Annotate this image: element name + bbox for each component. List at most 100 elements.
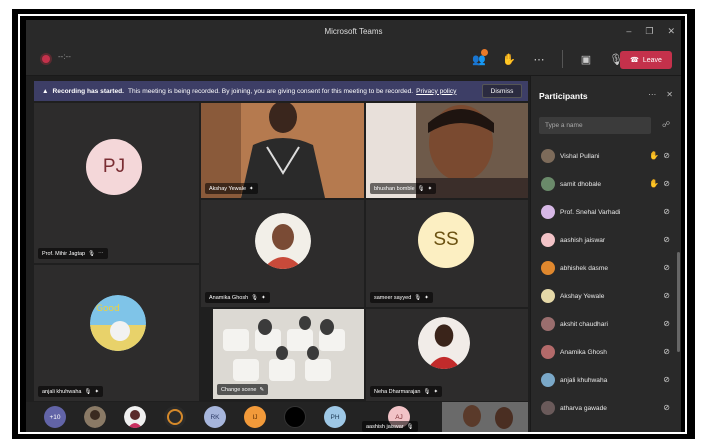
mic-muted-icon: ⊘ [663, 291, 670, 300]
together-mode-tile[interactable]: Change scene ✎ [213, 309, 364, 399]
avatar-photo [418, 317, 470, 369]
avatar-initials: AJ [395, 413, 403, 421]
participant-name: akshit chaudhari [560, 320, 609, 328]
more-actions-icon[interactable]: ⋯ [528, 48, 550, 70]
window-title: Microsoft Teams [324, 26, 383, 36]
video-tile-prof-mihir-jagtap[interactable]: PJ Prof. Mihir Jagtap 🎙 ⋯ [34, 103, 199, 263]
pin-icon: ✦ [261, 294, 266, 301]
participant-photo[interactable] [84, 406, 106, 428]
name-tag: sameer sayyed 🎙 ✦ [370, 292, 433, 303]
raise-hand-icon[interactable]: ✋ [498, 48, 520, 70]
avatar-ij[interactable]: IJ [244, 406, 266, 428]
search-participants-input[interactable]: Type a name [539, 117, 651, 134]
avatar-initials: PH [330, 413, 340, 421]
meeting-timer: --:-- [58, 52, 71, 61]
pin-icon: ✦ [427, 185, 433, 192]
participant-row[interactable]: Prof. Snehal Varhadi ⊘ [531, 198, 676, 226]
leave-button[interactable]: ☎ Leave [620, 51, 672, 69]
recording-banner: ▲ Recording has started. This meeting is… [34, 81, 528, 101]
participant-photo[interactable] [164, 406, 186, 428]
participant-row[interactable]: abhishek dasme ⊘ [531, 254, 676, 282]
pin-icon: ✦ [249, 185, 254, 192]
maximize-icon[interactable]: ❐ [645, 26, 653, 37]
mic-muted-icon: ⊘ [663, 151, 670, 160]
participant-row[interactable]: Vishal Pullani ✋ ⊘ [531, 142, 676, 170]
mic-off-icon: 🎙 [84, 388, 92, 395]
pin-icon: ✦ [94, 388, 100, 395]
privacy-policy-link[interactable]: Privacy policy [416, 88, 456, 95]
video-tile-anjali-khuhwaha[interactable]: Good anjali khuhwaha 🎙 ✦ [34, 265, 199, 401]
participant-status: ✋ ⊘ [649, 151, 670, 160]
participant-name: Prof. Snehal Varhadi [560, 208, 621, 216]
video-tile-anamika-ghosh[interactable]: Anamika Ghosh 🎙 ✦ [201, 200, 364, 307]
participant-row[interactable]: samit dhobale ✋ ⊘ [531, 170, 676, 198]
participants-list: Vishal Pullani ✋ ⊘ samit dhobale ✋ ⊘ Prof. Sne… [531, 142, 676, 422]
participant-status: ⊘ [663, 291, 670, 300]
avatar-initials: RK [210, 413, 220, 421]
search-placeholder: Type a name [545, 122, 583, 129]
raised-hand-icon: ✋ [649, 179, 660, 188]
mic-muted-icon: ⊘ [663, 263, 670, 272]
participant-photo[interactable] [284, 406, 306, 428]
participant-name: atharva gawade [560, 404, 607, 412]
svg-text:Good: Good [96, 304, 120, 314]
video-stage: ▲ Recording has started. This meeting is… [26, 76, 530, 432]
mic-off-icon: 🎙 [406, 423, 414, 430]
raised-hand-icon: ✋ [649, 151, 660, 160]
video-tile-bhushan-bomble[interactable]: bhushan bomble 🎙 ✦ [366, 103, 528, 198]
participant-avatar [541, 401, 555, 415]
banner-title: Recording has started. [52, 87, 124, 95]
name-tag: Prof. Mihir Jagtap 🎙 ⋯ [38, 248, 108, 259]
dismiss-button[interactable]: Dismiss [482, 84, 522, 98]
avatar-initials: PJ [102, 156, 126, 177]
close-icon[interactable]: ✕ [667, 26, 675, 37]
mic-off-icon: 🎙 [423, 388, 431, 395]
participant-row[interactable]: anjali khuhwaha ⊘ [531, 366, 676, 394]
mic-off-icon: 🎙 [88, 250, 96, 257]
participant-avatar [541, 261, 555, 275]
close-panel-icon[interactable]: ✕ [666, 90, 673, 99]
more-icon[interactable]: ⋯ [98, 251, 104, 257]
participant-photo[interactable] [124, 406, 146, 428]
share-invite-icon[interactable]: ☍ [662, 120, 670, 129]
panel-scrollbar[interactable] [677, 252, 680, 352]
video-tile-neha-dharmarajan[interactable]: Neha Dharmarajan 🎙 ✦ [366, 309, 528, 401]
minimize-icon[interactable]: – [626, 26, 631, 36]
title-bar: Microsoft Teams – ❐ ✕ [26, 20, 681, 42]
participant-status: ⊘ [663, 235, 670, 244]
toolbar-divider [562, 50, 563, 68]
change-scene-button[interactable]: Change scene ✎ [217, 384, 269, 395]
more-participants-button[interactable]: +10 [44, 406, 66, 428]
avatar-initials: IJ [252, 413, 258, 421]
video-tile-sameer-sayyed[interactable]: SS sameer sayyed 🎙 ✦ [366, 200, 528, 307]
self-camera-preview [442, 402, 528, 432]
phone-hangup-icon: ☎ [630, 57, 639, 64]
more-count: +10 [49, 413, 61, 421]
participants-icon[interactable]: 👥 [468, 48, 490, 70]
participant-status: ⊘ [663, 403, 670, 412]
participant-row[interactable]: Anamika Ghosh ⊘ [531, 338, 676, 366]
participant-row[interactable]: akshit chaudhari ⊘ [531, 310, 676, 338]
video-tile-akshay-yewale[interactable]: Akshay Yewale ✦ [201, 103, 364, 198]
tile-name: Neha Dharmarajan [374, 388, 421, 395]
more-options-icon[interactable]: ⋯ [648, 90, 656, 99]
avatar-rk[interactable]: RK [204, 406, 226, 428]
participant-name: samit dhobale [560, 180, 602, 188]
self-name: aashish jaiswar [366, 423, 404, 430]
mic-muted-icon: ⊘ [663, 235, 670, 244]
participant-status: ⊘ [663, 375, 670, 384]
edit-icon: ✎ [259, 386, 265, 393]
participant-row[interactable]: aashish jaiswar ⊘ [531, 226, 676, 254]
tile-name: anjali khuhwaha [42, 388, 82, 395]
leave-label: Leave [642, 56, 662, 64]
participant-status: ⊘ [663, 319, 670, 328]
avatar-ph[interactable]: PH [324, 406, 346, 428]
tile-name: Prof. Mihir Jagtap [42, 250, 86, 257]
notification-badge [481, 49, 488, 56]
avatar-ss: SS [418, 212, 474, 268]
name-tag: bhushan bomble 🎙 ✦ [370, 183, 437, 194]
participant-row[interactable]: atharva gawade ⊘ [531, 394, 676, 422]
camera-icon[interactable]: ▣ [575, 48, 597, 70]
participant-status: ⊘ [663, 207, 670, 216]
participant-row[interactable]: Akshay Yewale ⊘ [531, 282, 676, 310]
